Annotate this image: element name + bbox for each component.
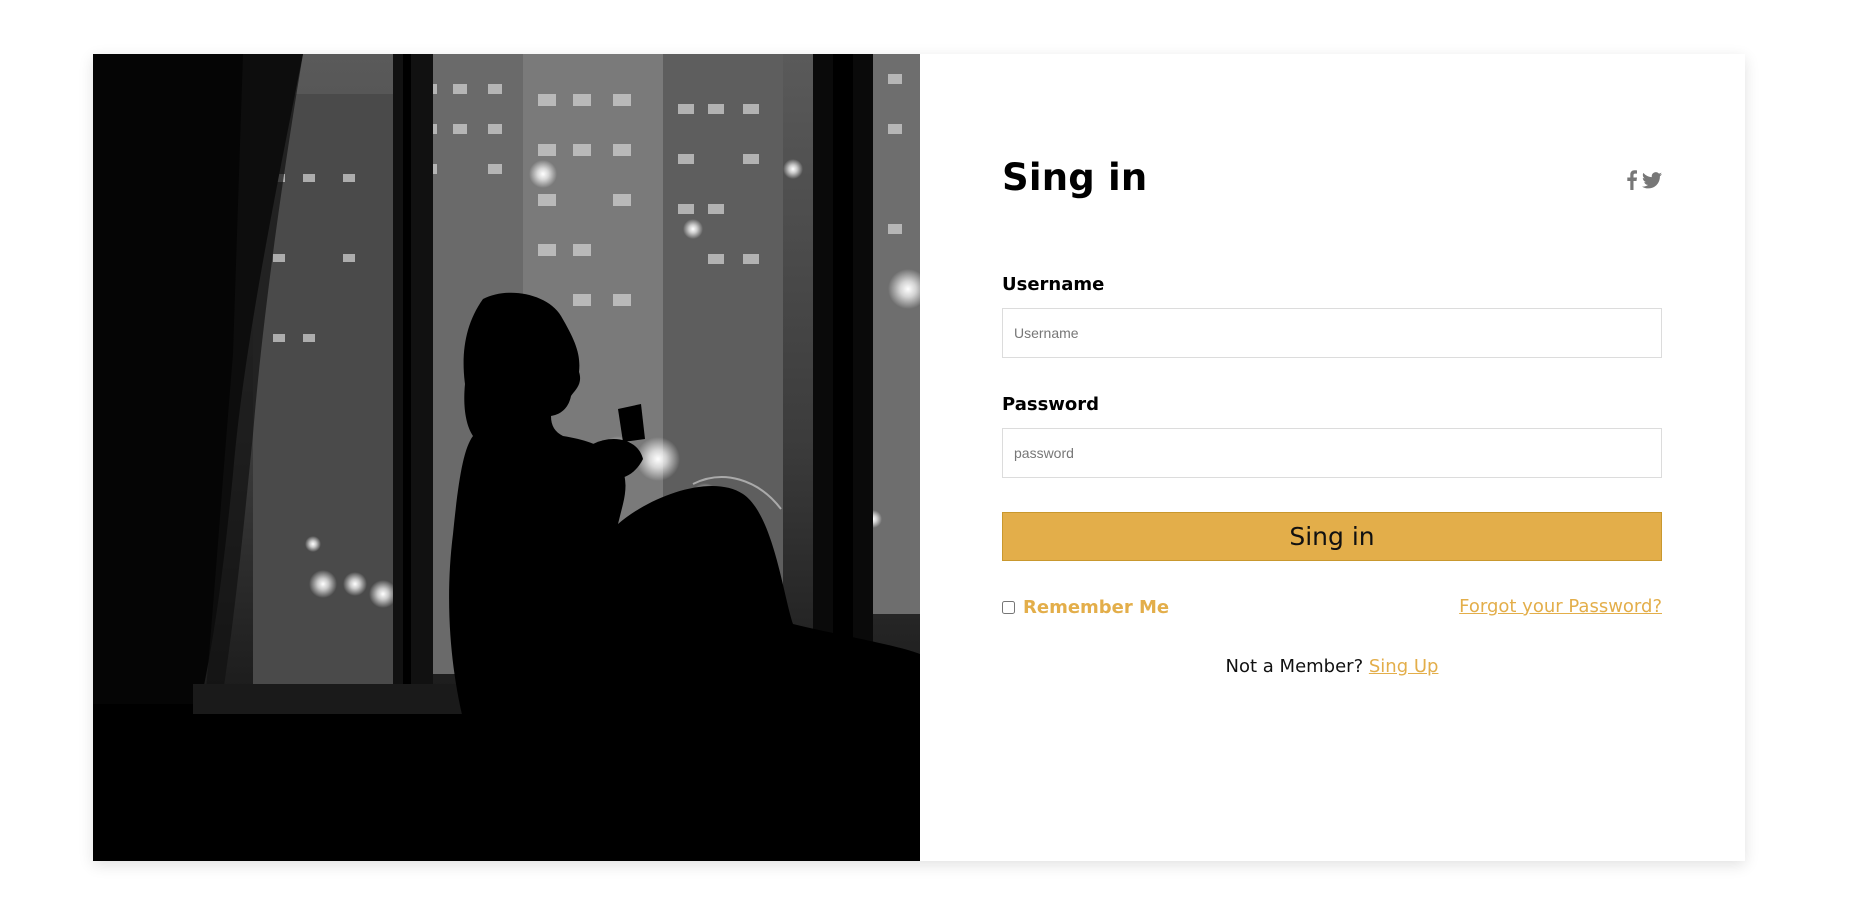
facebook-icon[interactable]	[1627, 170, 1637, 190]
forgot-password-link[interactable]: Forgot your Password?	[1459, 596, 1662, 617]
signup-prompt: Not a Member? Sing Up	[1002, 656, 1662, 677]
twitter-icon[interactable]	[1642, 171, 1662, 189]
remember-me-label[interactable]: Remember Me	[1023, 597, 1169, 618]
signup-link[interactable]: Sing Up	[1369, 656, 1439, 677]
signin-form: Sing in Username Password Sing in Rememb…	[920, 54, 1745, 861]
password-input[interactable]	[1002, 428, 1662, 478]
not-member-text: Not a Member?	[1225, 656, 1369, 677]
signin-button[interactable]: Sing in	[1002, 512, 1662, 561]
username-input[interactable]	[1002, 308, 1662, 358]
night-window-photo	[93, 54, 920, 861]
remember-me-checkbox[interactable]	[1002, 601, 1015, 614]
username-label: Username	[1002, 274, 1105, 295]
page-title: Sing in	[1002, 156, 1148, 199]
social-links	[1627, 170, 1662, 190]
signin-card: Sing in Username Password Sing in Rememb…	[93, 54, 1745, 861]
password-label: Password	[1002, 394, 1100, 415]
remember-me: Remember Me	[1002, 597, 1169, 618]
hero-image	[93, 54, 920, 861]
